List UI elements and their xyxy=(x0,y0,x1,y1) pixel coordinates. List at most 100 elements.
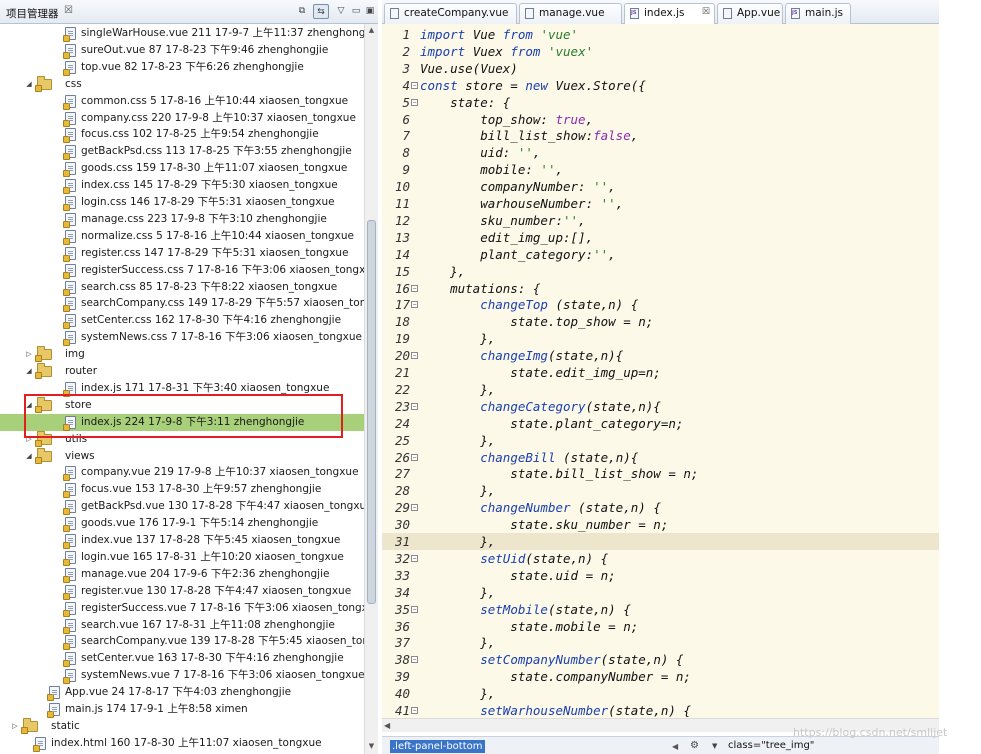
editor-tab[interactable]: manage.vue xyxy=(519,3,622,24)
editor-tab[interactable]: main.js xyxy=(785,3,851,24)
expanded-arrow-icon[interactable]: ◢ xyxy=(24,76,34,93)
fold-toggle-icon[interactable]: − xyxy=(411,605,418,613)
tree-item[interactable]: index.js 171 17-8-31 下午3:40 xiaosen_tong… xyxy=(0,380,364,397)
tree-item[interactable]: registerSuccess.vue 7 17-8-16 下午3:06 xia… xyxy=(0,600,364,617)
tree-folder-img[interactable]: ▷ img xyxy=(0,346,364,363)
code-line[interactable]: 29− changeNumber (state,n) { xyxy=(382,499,939,516)
code-line[interactable]: 15 }, xyxy=(382,263,939,280)
editor-tab[interactable]: index.js ☒ xyxy=(624,3,715,24)
tree-item[interactable]: search.css 85 17-8-23 下午8:22 xiaosen_ton… xyxy=(0,279,364,296)
tree-item[interactable]: search.vue 167 17-8-31 上午11:08 zhenghong… xyxy=(0,617,364,634)
code-line[interactable]: 24 state.plant_category=n; xyxy=(382,415,939,432)
tree-item[interactable]: registerSuccess.css 7 17-8-16 下午3:06 xia… xyxy=(0,262,364,279)
fold-toggle-icon[interactable]: − xyxy=(411,504,418,512)
collapsed-arrow-icon[interactable]: ▷ xyxy=(24,346,34,363)
tree-item[interactable]: goods.vue 176 17-9-1 下午5:14 zhenghongjie xyxy=(0,515,364,533)
tree-item[interactable]: App.vue 24 17-8-17 下午4:03 zhenghongjie xyxy=(0,684,364,702)
tree-item[interactable]: index.html 160 17-8-30 上午11:07 xiaosen_t… xyxy=(0,735,364,752)
tree-item[interactable]: goods.css 159 17-8-30 上午11:07 xiaosen_to… xyxy=(0,160,364,178)
status-breadcrumb[interactable]: .left-panel-bottom xyxy=(390,740,485,753)
code-line[interactable]: 23− changeCategory(state,n){ xyxy=(382,398,939,415)
tree-vertical-scrollbar[interactable]: ▲ ▼ xyxy=(364,24,378,754)
fold-toggle-icon[interactable]: − xyxy=(411,402,418,410)
code-line[interactable]: 38− setCompanyNumber(state,n) { xyxy=(382,651,939,668)
fold-toggle-icon[interactable]: − xyxy=(411,81,418,89)
tree-item[interactable]: index.js 224 17-9-8 下午3:11 zhenghongjie xyxy=(0,413,364,431)
tree-item[interactable]: systemNews.vue 7 17-8-16 下午3:06 xiaosen_… xyxy=(0,667,364,685)
tree-folder-utils[interactable]: ▷ utils xyxy=(0,430,364,448)
code-line[interactable]: 21 state.edit_img_up=n; xyxy=(382,364,939,381)
code-line[interactable]: 33 state.uid = n; xyxy=(382,567,939,584)
tree-item[interactable]: common.css 5 17-8-16 上午10:44 xiaosen_ton… xyxy=(0,93,364,110)
scroll-left-small-icon[interactable]: ◀ xyxy=(672,742,678,751)
code-line[interactable]: 19 }, xyxy=(382,330,939,347)
tree-item[interactable]: company.vue 219 17-9-8 上午10:37 xiaosen_t… xyxy=(0,464,364,482)
fold-toggle-icon[interactable]: − xyxy=(411,656,418,664)
code-line[interactable]: 18 state.top_show = n; xyxy=(382,313,939,330)
code-line[interactable]: 20− changeImg(state,n){ xyxy=(382,347,939,364)
code-line[interactable]: 1 import Vue from 'vue' xyxy=(382,26,939,43)
tree-item[interactable]: index.vue 137 17-8-28 下午5:45 xiaosen_ton… xyxy=(0,532,364,549)
code-line[interactable]: 4− const store = new Vuex.Store({ xyxy=(382,77,939,94)
code-line[interactable]: 25 }, xyxy=(382,432,939,449)
code-line[interactable]: 10 companyNumber: '', xyxy=(382,178,939,195)
code-line[interactable]: 7 bill_list_show:false, xyxy=(382,127,939,144)
code-line[interactable]: 8 uid: '', xyxy=(382,144,939,161)
code-line[interactable]: 22 }, xyxy=(382,381,939,398)
tree-scroll-thumb[interactable] xyxy=(367,220,376,604)
tree-item[interactable]: singleWarHouse.vue 211 17-9-7 上午11:37 zh… xyxy=(0,25,364,42)
fold-toggle-icon[interactable]: − xyxy=(411,707,418,714)
code-line[interactable]: 5− state: { xyxy=(382,94,939,111)
editor-tab[interactable]: App.vue xyxy=(717,3,783,24)
code-line[interactable]: 32− setUid(state,n) { xyxy=(382,550,939,567)
code-line[interactable]: 16− mutations: { xyxy=(382,280,939,297)
fold-toggle-icon[interactable]: − xyxy=(411,554,418,562)
code-line[interactable]: 3 Vue.use(Vuex) xyxy=(382,60,939,77)
expanded-arrow-icon[interactable]: ◢ xyxy=(24,448,34,465)
tree-item[interactable]: getBackPsd.css 113 17-8-25 下午3:55 zhengh… xyxy=(0,143,364,161)
tree-item[interactable]: manage.css 223 17-9-8 下午3:10 zhenghongji… xyxy=(0,211,364,228)
expanded-arrow-icon[interactable]: ◢ xyxy=(24,397,34,414)
tab-close-icon[interactable]: ☒ xyxy=(702,7,710,17)
view-menu-icon[interactable]: ▽ xyxy=(333,4,349,19)
scroll-up-arrow-icon[interactable]: ▲ xyxy=(365,24,378,37)
expanded-arrow-icon[interactable]: ◢ xyxy=(24,363,34,380)
editor-tab[interactable]: createCompany.vue xyxy=(384,3,517,24)
tree-item[interactable]: setCenter.css 162 17-8-30 下午4:16 zhengho… xyxy=(0,312,364,330)
scroll-down-arrow-icon[interactable]: ▼ xyxy=(365,740,378,753)
tree-item[interactable]: systemNews.css 7 17-8-16 下午3:06 xiaosen_… xyxy=(0,329,364,347)
code-line[interactable]: 30 state.sku_number = n; xyxy=(382,516,939,533)
collapsed-arrow-icon[interactable]: ▷ xyxy=(24,431,34,448)
code-line[interactable]: 12 sku_number:'', xyxy=(382,212,939,229)
tree-item[interactable]: login.css 146 17-8-29 下午5:31 xiaosen_ton… xyxy=(0,194,364,211)
code-line[interactable]: 6 top_show: true, xyxy=(382,111,939,128)
chevron-down-icon[interactable]: ▼ xyxy=(712,742,717,750)
tree-item[interactable]: top.vue 82 17-8-23 下午6:26 zhenghongjie xyxy=(0,59,364,76)
tree-item[interactable]: main.js 174 17-9-1 上午8:58 ximen xyxy=(0,701,364,718)
code-line[interactable]: 28 }, xyxy=(382,482,939,499)
code-line[interactable]: 34 }, xyxy=(382,584,939,601)
maximize-icon[interactable]: ▣ xyxy=(362,4,378,19)
code-line[interactable]: 37 }, xyxy=(382,634,939,651)
tree-item[interactable]: manage.vue 204 17-9-6 下午2:36 zhenghongji… xyxy=(0,566,364,583)
tree-folder-css[interactable]: ◢ css xyxy=(0,75,364,93)
tree-item[interactable]: setCenter.vue 163 17-8-30 下午4:16 zhengho… xyxy=(0,650,364,668)
tree-item[interactable]: focus.vue 153 17-8-30 上午9:57 zhenghongji… xyxy=(0,481,364,499)
tree-item[interactable]: searchCompany.css 149 17-8-29 下午5:57 xia… xyxy=(0,295,364,313)
tree-item[interactable]: login.vue 165 17-8-31 上午10:20 xiaosen_to… xyxy=(0,549,364,566)
tree-item[interactable]: focus.css 102 17-8-25 上午9:54 zhenghongji… xyxy=(0,126,364,144)
code-line[interactable]: 9 mobile: '', xyxy=(382,161,939,178)
tree-folder-store[interactable]: ◢ store xyxy=(0,396,364,414)
tree-item[interactable]: sureOut.vue 87 17-8-23 下午9:46 zhenghongj… xyxy=(0,42,364,59)
code-line[interactable]: 2 import Vuex from 'vuex' xyxy=(382,43,939,60)
fold-toggle-icon[interactable]: − xyxy=(411,284,418,292)
fold-toggle-icon[interactable]: − xyxy=(411,453,418,461)
tree-item[interactable]: register.css 147 17-8-29 下午5:31 xiaosen_… xyxy=(0,245,364,262)
code-line[interactable]: 36 state.mobile = n; xyxy=(382,618,939,635)
code-line[interactable]: 13 edit_img_up:[], xyxy=(382,229,939,246)
code-line[interactable]: 40 }, xyxy=(382,685,939,702)
code-line[interactable]: 41− setWarhouseNumber(state,n) { xyxy=(382,702,939,718)
tree-item[interactable]: index.css 145 17-8-29 下午5:30 xiaosen_ton… xyxy=(0,177,364,195)
code-line[interactable]: 35− setMobile(state,n) { xyxy=(382,601,939,618)
tree-folder-static[interactable]: ▷ static xyxy=(0,717,364,735)
